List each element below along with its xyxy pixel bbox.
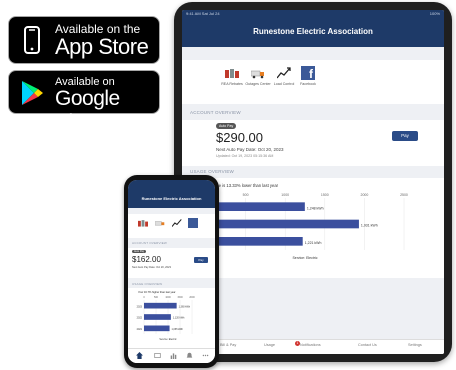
quick-link-rebates[interactable]: REA Rebates bbox=[218, 66, 246, 87]
category-label: 2023 bbox=[137, 305, 143, 308]
data-label: 1,065 kWh bbox=[172, 328, 184, 331]
facebook-icon: f bbox=[301, 66, 315, 80]
data-label: 1,360 kWh bbox=[179, 305, 191, 308]
quick-link-outages[interactable]: Outages Center bbox=[244, 66, 272, 87]
tablet-tab-bar: Home Bill & Pay Usage Notifications 1 Co… bbox=[182, 339, 444, 354]
tablet-amount-due: $290.00 bbox=[216, 130, 263, 145]
tablet-status-bar: 9:41 AM Sat Jul 24 100% bbox=[182, 10, 444, 17]
phone-due-date: Next Auto Pay Date: Oct 20, 2023 bbox=[132, 266, 171, 269]
tab-settings[interactable]: Settings bbox=[408, 343, 422, 347]
autopay-badge: Auto Pay bbox=[216, 123, 237, 129]
tablet-pay-button[interactable]: Pay bbox=[392, 131, 418, 141]
phone-quick-links bbox=[128, 214, 215, 238]
tick-label: 500 bbox=[243, 193, 249, 197]
phone-usage-section-label: USAGE OVERVIEW bbox=[132, 282, 163, 286]
x-axis-label: Service: Electric bbox=[292, 256, 317, 260]
bar bbox=[206, 237, 303, 246]
phone-tab-bar bbox=[128, 348, 215, 363]
app-store-badge[interactable]: Available on the App Store bbox=[8, 16, 160, 64]
tick-label: 500 bbox=[154, 296, 159, 299]
phone-usage-chart: 0 500 1000 1500 2000 2023 1,360 kWh 2022 1,120 k… bbox=[137, 296, 196, 341]
data-label: 1,120 kWh bbox=[173, 317, 185, 320]
quick-link-facebook[interactable]: f Facebook bbox=[294, 66, 322, 87]
tick-label: 1500 bbox=[177, 296, 183, 299]
quick-link-outages-label: Outages Center bbox=[245, 82, 271, 86]
phone-pay-button[interactable]: Pay bbox=[194, 257, 208, 263]
tablet-usage-section-label: USAGE OVERVIEW bbox=[190, 169, 234, 174]
phone-autopay-badge: Auto Pay bbox=[132, 250, 147, 253]
phone-usage-card: Your 16.7% higher than last year 0 500 100… bbox=[128, 288, 215, 348]
tablet-usage-card: Your usage is 13.33% lower than last yea… bbox=[182, 178, 444, 278]
app-store-line2: App Store bbox=[55, 34, 149, 59]
data-label: 1,931 kWh bbox=[361, 224, 378, 228]
tab-contact-us[interactable]: Contact Us bbox=[358, 343, 377, 347]
tablet-usage-chart: 0500100015002000250020231,248 kWh20221,9… bbox=[196, 193, 408, 260]
tablet-screen: 9:41 AM Sat Jul 24 100% Runestone Electr… bbox=[182, 10, 444, 354]
tick-label: 2500 bbox=[400, 193, 408, 197]
phone-app-title: Runestone Electric Association bbox=[128, 180, 215, 208]
category-label: 2021 bbox=[137, 328, 143, 331]
tablet-account-section-label: ACCOUNT OVERVIEW bbox=[190, 110, 241, 115]
tick-label: 0 bbox=[143, 296, 145, 299]
tab-usage[interactable]: Usage bbox=[264, 343, 275, 347]
phone-account-card: Auto Pay $162.00 Next Auto Pay Date: Oct… bbox=[128, 248, 215, 278]
chart-trend-icon bbox=[276, 66, 291, 80]
tablet-quick-links: REA Rebates Outages Center Load Control … bbox=[182, 60, 444, 104]
tablet-due-date: Next Auto Pay Date: Oct 20, 2023 bbox=[216, 147, 284, 152]
bar bbox=[206, 202, 305, 211]
phone-screen: Runestone Electric Association ACCOUNT O… bbox=[128, 180, 215, 363]
bell-icon[interactable] bbox=[186, 352, 193, 359]
chart-trend-icon bbox=[172, 219, 182, 227]
truck-icon bbox=[250, 66, 265, 80]
tablet-status-time: 9:41 AM Sat Jul 24 bbox=[186, 11, 220, 16]
bar bbox=[206, 219, 359, 229]
quick-link-facebook-label: Facebook bbox=[300, 82, 316, 86]
appliances-icon bbox=[138, 220, 148, 227]
apple-icon bbox=[24, 26, 40, 54]
x-axis-label: Service: Electric bbox=[159, 338, 177, 341]
tick-label: 1000 bbox=[281, 193, 289, 197]
data-label: 1,221 kWh bbox=[305, 241, 322, 245]
phone-account-section-label: ACCOUNT OVERVIEW bbox=[132, 241, 167, 245]
bill-icon[interactable] bbox=[154, 352, 161, 359]
facebook-icon bbox=[188, 218, 198, 228]
data-label: 1,248 kWh bbox=[307, 206, 324, 210]
phone-device: Runestone Electric Association ACCOUNT O… bbox=[124, 175, 219, 368]
google-play-badge[interactable]: Available on Google Play bbox=[8, 70, 160, 134]
quick-link-load-control-label: Load Control bbox=[273, 82, 295, 86]
home-icon[interactable] bbox=[136, 352, 143, 359]
bar bbox=[144, 325, 170, 332]
bar bbox=[144, 302, 177, 309]
tick-label: 1000 bbox=[165, 296, 171, 299]
tab-notifications[interactable]: Notifications bbox=[300, 343, 321, 347]
bar bbox=[144, 314, 171, 320]
category-label: 2022 bbox=[137, 317, 143, 320]
tablet-account-card: Auto Pay $290.00 Next Auto Pay Date: Oct… bbox=[182, 120, 444, 166]
tick-label: 2000 bbox=[361, 193, 369, 197]
quick-link-rebates-label: REA Rebates bbox=[221, 82, 243, 86]
usage-icon[interactable] bbox=[170, 352, 177, 359]
more-icon[interactable] bbox=[202, 352, 209, 359]
google-play-line2: Google Play bbox=[55, 87, 120, 134]
tablet-app-title: Runestone Electric Association bbox=[182, 17, 444, 47]
truck-icon bbox=[155, 221, 165, 226]
tab-bill-pay[interactable]: Bill & Pay bbox=[220, 343, 236, 347]
tick-label: 2000 bbox=[189, 296, 195, 299]
tablet-updated: Updated: Oct 19, 2023 05:15:36 AM bbox=[216, 154, 274, 158]
phone-amount-due: $162.00 bbox=[132, 255, 161, 264]
play-store-icon bbox=[22, 81, 43, 105]
notification-count-badge: 1 bbox=[295, 341, 300, 346]
tablet-status-battery: 100% bbox=[429, 11, 440, 16]
appliances-icon bbox=[225, 66, 239, 80]
tick-label: 1500 bbox=[321, 193, 329, 197]
